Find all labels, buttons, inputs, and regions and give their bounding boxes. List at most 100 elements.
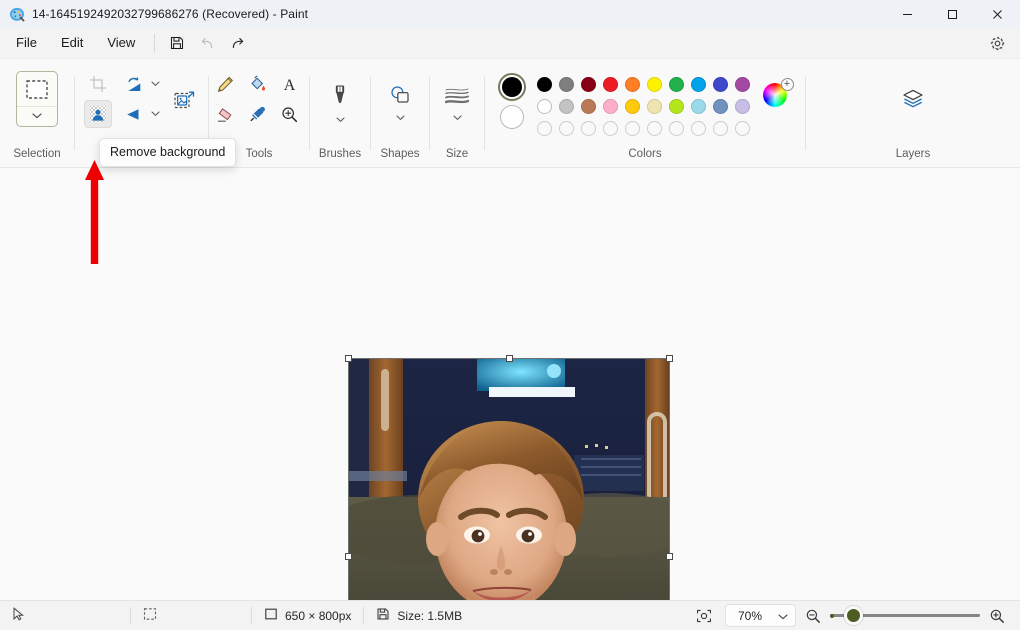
selection-handle-n[interactable] [505,355,513,362]
color-swatch[interactable] [534,73,556,95]
menu-view[interactable]: View [95,30,147,56]
title-bar-left: 14-1645192492032799686276 (Recovered) - … [0,6,308,22]
zoom-out-button[interactable] [800,603,826,629]
color-swatch[interactable] [600,73,622,95]
color-swatch-empty[interactable] [578,117,600,139]
color-swatch[interactable] [644,95,666,117]
zoom-slider[interactable] [830,606,980,625]
color-swatch-empty[interactable] [688,117,710,139]
color-swatch[interactable] [644,73,666,95]
color-wheel-button[interactable]: + [762,78,794,108]
text-tool[interactable]: A [275,70,303,98]
color-swatch-empty[interactable] [556,117,578,139]
save-button[interactable] [162,30,192,56]
window-controls [885,0,1020,28]
color-swatch[interactable] [600,95,622,117]
remove-background-button[interactable] [84,100,112,128]
photo-of-young-boy-in-red-shirt [349,359,669,600]
color-swatch-empty[interactable] [622,117,644,139]
layers-button[interactable] [896,82,930,116]
menu-file[interactable]: File [4,30,49,56]
undo-button[interactable] [192,30,222,56]
group-layers: Layers [806,59,1020,167]
color-swatch[interactable] [622,73,644,95]
selection-handle-ne[interactable] [666,355,673,362]
group-brushes-label: Brushes [318,148,362,160]
color-swatch[interactable] [732,73,754,95]
redo-button[interactable] [222,30,252,56]
selection-chevron-down-icon[interactable] [17,106,57,124]
flip-button[interactable] [120,100,162,128]
maximize-button[interactable] [930,0,975,28]
group-layers-label: Layers [895,148,931,160]
remove-background-tooltip: Remove background [99,138,237,167]
menu-divider [154,34,156,52]
minimize-button[interactable] [885,0,930,28]
color-swatch-empty[interactable] [732,117,754,139]
canvas-dimensions-cell: 650 × 800px [252,601,363,630]
annotation-arrow [83,160,107,264]
canvas-area[interactable] [0,168,1020,600]
close-button[interactable] [975,0,1020,28]
color-palette [534,73,754,139]
color-swatch[interactable] [556,95,578,117]
selection-handle-nw[interactable] [345,355,352,362]
color-swatch-empty[interactable] [600,117,622,139]
color-swatch[interactable] [666,73,688,95]
canvas-image[interactable] [349,359,669,600]
settings-button[interactable] [982,30,1012,56]
color-swatch-empty[interactable] [666,117,688,139]
color-swatch[interactable] [556,73,578,95]
file-size-text: Size: 1.5MB [397,608,463,623]
cursor-position-cell [0,601,130,630]
group-shapes: Shapes [371,59,429,167]
pencil-tool[interactable] [211,70,239,98]
fill-tool[interactable] [243,70,271,98]
zoom-chevron-down-icon [778,609,788,623]
color-swatch[interactable] [732,95,754,117]
size-lines-icon [444,86,470,111]
group-size-label: Size [445,148,469,160]
shapes-button[interactable] [377,78,423,125]
color-swatch-empty[interactable] [644,117,666,139]
color-swatch[interactable] [688,73,710,95]
menu-edit[interactable]: Edit [49,30,95,56]
zoom-slider-thumb[interactable] [844,606,863,625]
rotate-icon [120,70,148,98]
color-swatch[interactable] [578,95,600,117]
color-swatch[interactable] [710,95,732,117]
selection-marquee-icon [143,607,157,624]
magnifier-tool[interactable] [275,100,303,128]
color-swatch[interactable] [666,95,688,117]
color-swatch[interactable] [534,95,556,117]
color-swatch[interactable] [578,73,600,95]
zoom-in-button[interactable] [984,603,1010,629]
fit-to-window-button[interactable] [691,603,717,629]
eraser-tool[interactable] [211,100,239,128]
menu-bar: File Edit View [0,28,1020,58]
selection-handle-e[interactable] [666,553,673,560]
zoom-level-select[interactable]: 70% [724,604,796,627]
paint-window: 14-1645192492032799686276 (Recovered) - … [0,0,1020,630]
save-disk-icon [376,607,390,624]
color-picker-tool[interactable] [243,100,271,128]
primary-color-swatch[interactable] [497,73,526,101]
color-swatch[interactable] [710,73,732,95]
crop-button[interactable] [84,70,112,98]
color-swatch[interactable] [622,95,644,117]
size-button[interactable] [434,80,480,125]
selection-handle-w[interactable] [345,553,352,560]
color-swatch-empty[interactable] [534,117,556,139]
color-swatch-empty[interactable] [710,117,732,139]
selection-tool[interactable] [16,71,58,127]
shapes-chevron-down-icon [395,111,405,125]
title-bar: 14-1645192492032799686276 (Recovered) - … [0,0,1020,28]
secondary-color-swatch[interactable] [499,105,524,129]
shapes-icon [388,84,412,111]
flip-chevron-down-icon [148,100,162,128]
resize-button[interactable] [169,85,199,115]
brushes-button[interactable] [317,78,363,127]
color-swatch[interactable] [688,95,710,117]
rotate-button[interactable] [120,70,162,98]
status-bar: 650 × 800px Size: 1.5MB 70% [0,600,1020,630]
